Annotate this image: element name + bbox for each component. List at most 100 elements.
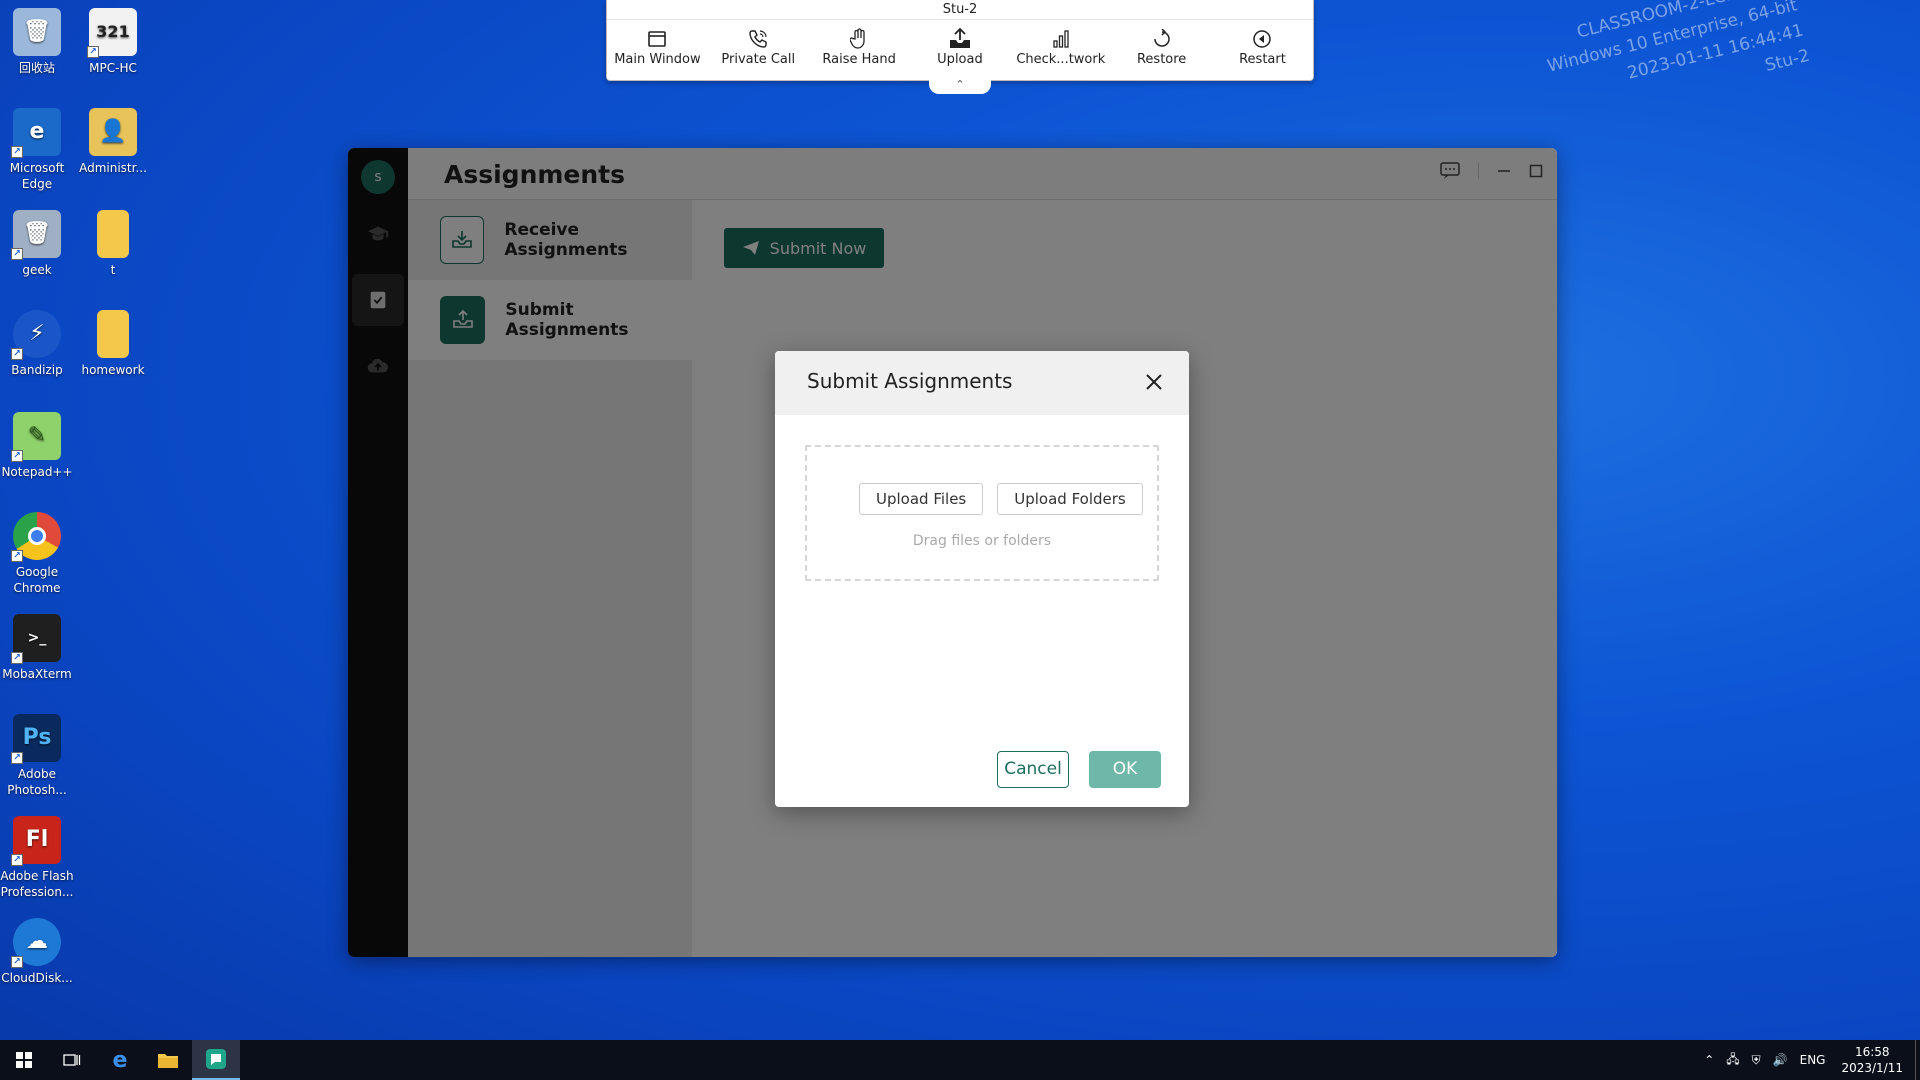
desktop-icon-label: t — [110, 263, 116, 277]
desktop-icon-geek[interactable]: 🗑 ↗ geek — [0, 210, 77, 278]
desktop-icon-label: MPC-HC — [89, 61, 137, 75]
desktop-icon-label: Adobe Flash Profession... — [0, 869, 74, 899]
system-tray: ⌃ 🖧 ⛨ 🔊 ENG 16:58 2023/1/11 — [1698, 1040, 1920, 1080]
dialog-header: Submit Assignments — [775, 351, 1189, 415]
desktop-icon-label: Administr... — [79, 161, 147, 175]
desktop-icon-clouddisk[interactable]: ☁ ↗ CloudDisk... — [0, 918, 77, 986]
clock[interactable]: 16:58 2023/1/11 — [1841, 1044, 1903, 1076]
chrome-icon: ↗ — [11, 512, 61, 562]
desktop-icon-notepadpp[interactable]: ✎ ↗ Notepad++ — [0, 412, 77, 480]
desktop-icon-flash[interactable]: Fl ↗ Adobe Flash Profession... — [0, 816, 77, 900]
toolbar-title: Stu-2 — [607, 0, 1313, 20]
desktop-icon-label: Adobe Photosh... — [7, 767, 67, 797]
restore-button[interactable]: Restore — [1114, 26, 1210, 67]
recycle-bin-icon: 🗑 — [13, 8, 61, 56]
student-toolbar: Stu-2 Main Window Private Call Raise Han… — [606, 0, 1314, 94]
raise-hand-button[interactable]: Raise Hand — [811, 26, 907, 67]
desktop-icon-label: Notepad++ — [1, 465, 73, 479]
upload-folders-button[interactable]: Upload Folders — [997, 483, 1143, 515]
windows-logo-icon — [16, 1052, 32, 1068]
upload-buttons: Upload Files Upload Folders — [859, 483, 1143, 515]
mpc-hc-icon: 321 ↗ — [87, 8, 137, 58]
desktop-icon-administrator[interactable]: 👤 Administr... — [73, 108, 153, 176]
toolbar-item-label: Restart — [1239, 52, 1286, 67]
toolbar-item-label: Main Window — [614, 52, 701, 67]
language-indicator[interactable]: ENG — [1800, 1053, 1826, 1067]
upload-tray-icon — [949, 27, 970, 48]
close-button[interactable] — [1141, 369, 1167, 395]
clock-date: 2023/1/11 — [1841, 1061, 1903, 1075]
volume-icon[interactable]: 🔊 — [1773, 1053, 1788, 1067]
taskbar: e ⌃ 🖧 ⛨ 🔊 ENG 16:58 2023/1/11 — [0, 1040, 1920, 1080]
chevron-up-icon[interactable]: ⌃ — [1704, 1053, 1714, 1067]
ok-button[interactable]: OK — [1089, 751, 1161, 788]
submit-assignments-dialog: Submit Assignments Upload Files Upload F… — [775, 351, 1189, 807]
phone-icon — [749, 30, 767, 48]
close-icon — [1146, 374, 1162, 390]
folder-icon — [97, 310, 129, 358]
clouddisk-icon: ☁ ↗ — [11, 918, 61, 968]
task-view-button[interactable] — [48, 1040, 96, 1080]
task-view-icon — [63, 1054, 81, 1066]
desktop-icon-label: MobaXterm — [2, 667, 72, 681]
upload-files-button[interactable]: Upload Files — [859, 483, 984, 515]
desktop-icon-label: Google Chrome — [13, 565, 61, 595]
user-folder-icon: 👤 — [89, 108, 137, 156]
check-network-button[interactable]: Check...twork — [1013, 26, 1109, 67]
desktop-icon-bandizip[interactable]: ⚡ ↗ Bandizip — [0, 310, 77, 378]
desktop-icon-mpc-hc[interactable]: 321 ↗ MPC-HC — [73, 8, 153, 76]
show-desktop-button[interactable] — [1915, 1040, 1920, 1080]
window-icon — [648, 31, 667, 47]
desktop-icon-label: Microsoft Edge — [9, 161, 65, 191]
desktop-icon-label: CloudDisk... — [1, 971, 73, 985]
toolbar-item-label: Raise Hand — [822, 52, 896, 67]
desktop-icon-mobaxterm[interactable]: >_ ↗ MobaXterm — [0, 614, 77, 682]
desktop-icon-label: geek — [22, 263, 52, 277]
dialog-title: Submit Assignments — [807, 369, 1013, 393]
folder-icon — [97, 210, 129, 258]
geek-icon: 🗑 ↗ — [11, 210, 61, 260]
clock-time: 16:58 — [1854, 1045, 1890, 1059]
start-button[interactable] — [0, 1040, 48, 1080]
main-window-button[interactable]: Main Window — [609, 26, 705, 67]
drop-hint: Drag files or folders — [912, 533, 1052, 549]
toolbar-item-label: Check...twork — [1016, 52, 1106, 67]
desktop-icon-chrome[interactable]: ↗ Google Chrome — [0, 512, 77, 596]
taskbar-classroom-app[interactable] — [192, 1040, 240, 1080]
folder-icon — [158, 1054, 178, 1068]
desktop-icon-homework[interactable]: homework — [73, 310, 153, 378]
photoshop-icon: Ps ↗ — [11, 714, 61, 764]
network-icon[interactable]: 🖧 — [1726, 1050, 1739, 1071]
file-drop-zone[interactable]: Upload Files Upload Folders Drag files o… — [805, 445, 1159, 581]
desktop-icon-label: 回收站 — [18, 61, 55, 75]
edge-icon: e — [112, 1047, 128, 1073]
signal-bars-icon — [1053, 30, 1069, 48]
upload-button[interactable]: Upload — [912, 26, 1008, 67]
toolbar-item-label: Restore — [1136, 52, 1187, 67]
taskbar-edge[interactable]: e — [96, 1040, 144, 1080]
bandizip-icon: ⚡ ↗ — [11, 310, 61, 360]
taskbar-file-explorer[interactable] — [144, 1040, 192, 1080]
desktop-icon-photoshop[interactable]: Ps ↗ Adobe Photosh... — [0, 714, 77, 798]
security-icon[interactable]: ⛨ — [1752, 1053, 1761, 1068]
desktop-icon-recycle-bin[interactable]: 🗑 回收站 — [0, 8, 77, 76]
notepadpp-icon: ✎ ↗ — [11, 412, 61, 462]
private-call-button[interactable]: Private Call — [710, 26, 806, 67]
restart-button[interactable]: Restart — [1214, 26, 1310, 67]
restart-icon — [1253, 30, 1272, 48]
chevron-up-icon: ⌃ — [955, 78, 965, 91]
toolbar-collapse-tab[interactable]: ⌃ — [929, 78, 991, 94]
mobaxterm-icon: >_ ↗ — [11, 614, 61, 664]
classroom-app-icon — [206, 1049, 226, 1069]
edge-icon: e ↗ — [11, 108, 61, 158]
cancel-button[interactable]: Cancel — [997, 751, 1069, 788]
toolbar-item-label: Private Call — [721, 52, 796, 67]
flash-icon: Fl ↗ — [11, 816, 61, 866]
restore-icon — [1153, 29, 1170, 47]
toolbar-item-label: Upload — [937, 52, 983, 67]
desktop-icon-edge[interactable]: e ↗ Microsoft Edge — [0, 108, 77, 192]
desktop-icon-t[interactable]: t — [73, 210, 153, 278]
toolbar-items: Main Window Private Call Raise Hand Uplo… — [607, 20, 1313, 67]
system-watermark: CLASSROOM-2-LCLNY11H Windows 10 Enterpri… — [1535, 0, 1812, 131]
desktop-icon-label: homework — [81, 363, 145, 377]
